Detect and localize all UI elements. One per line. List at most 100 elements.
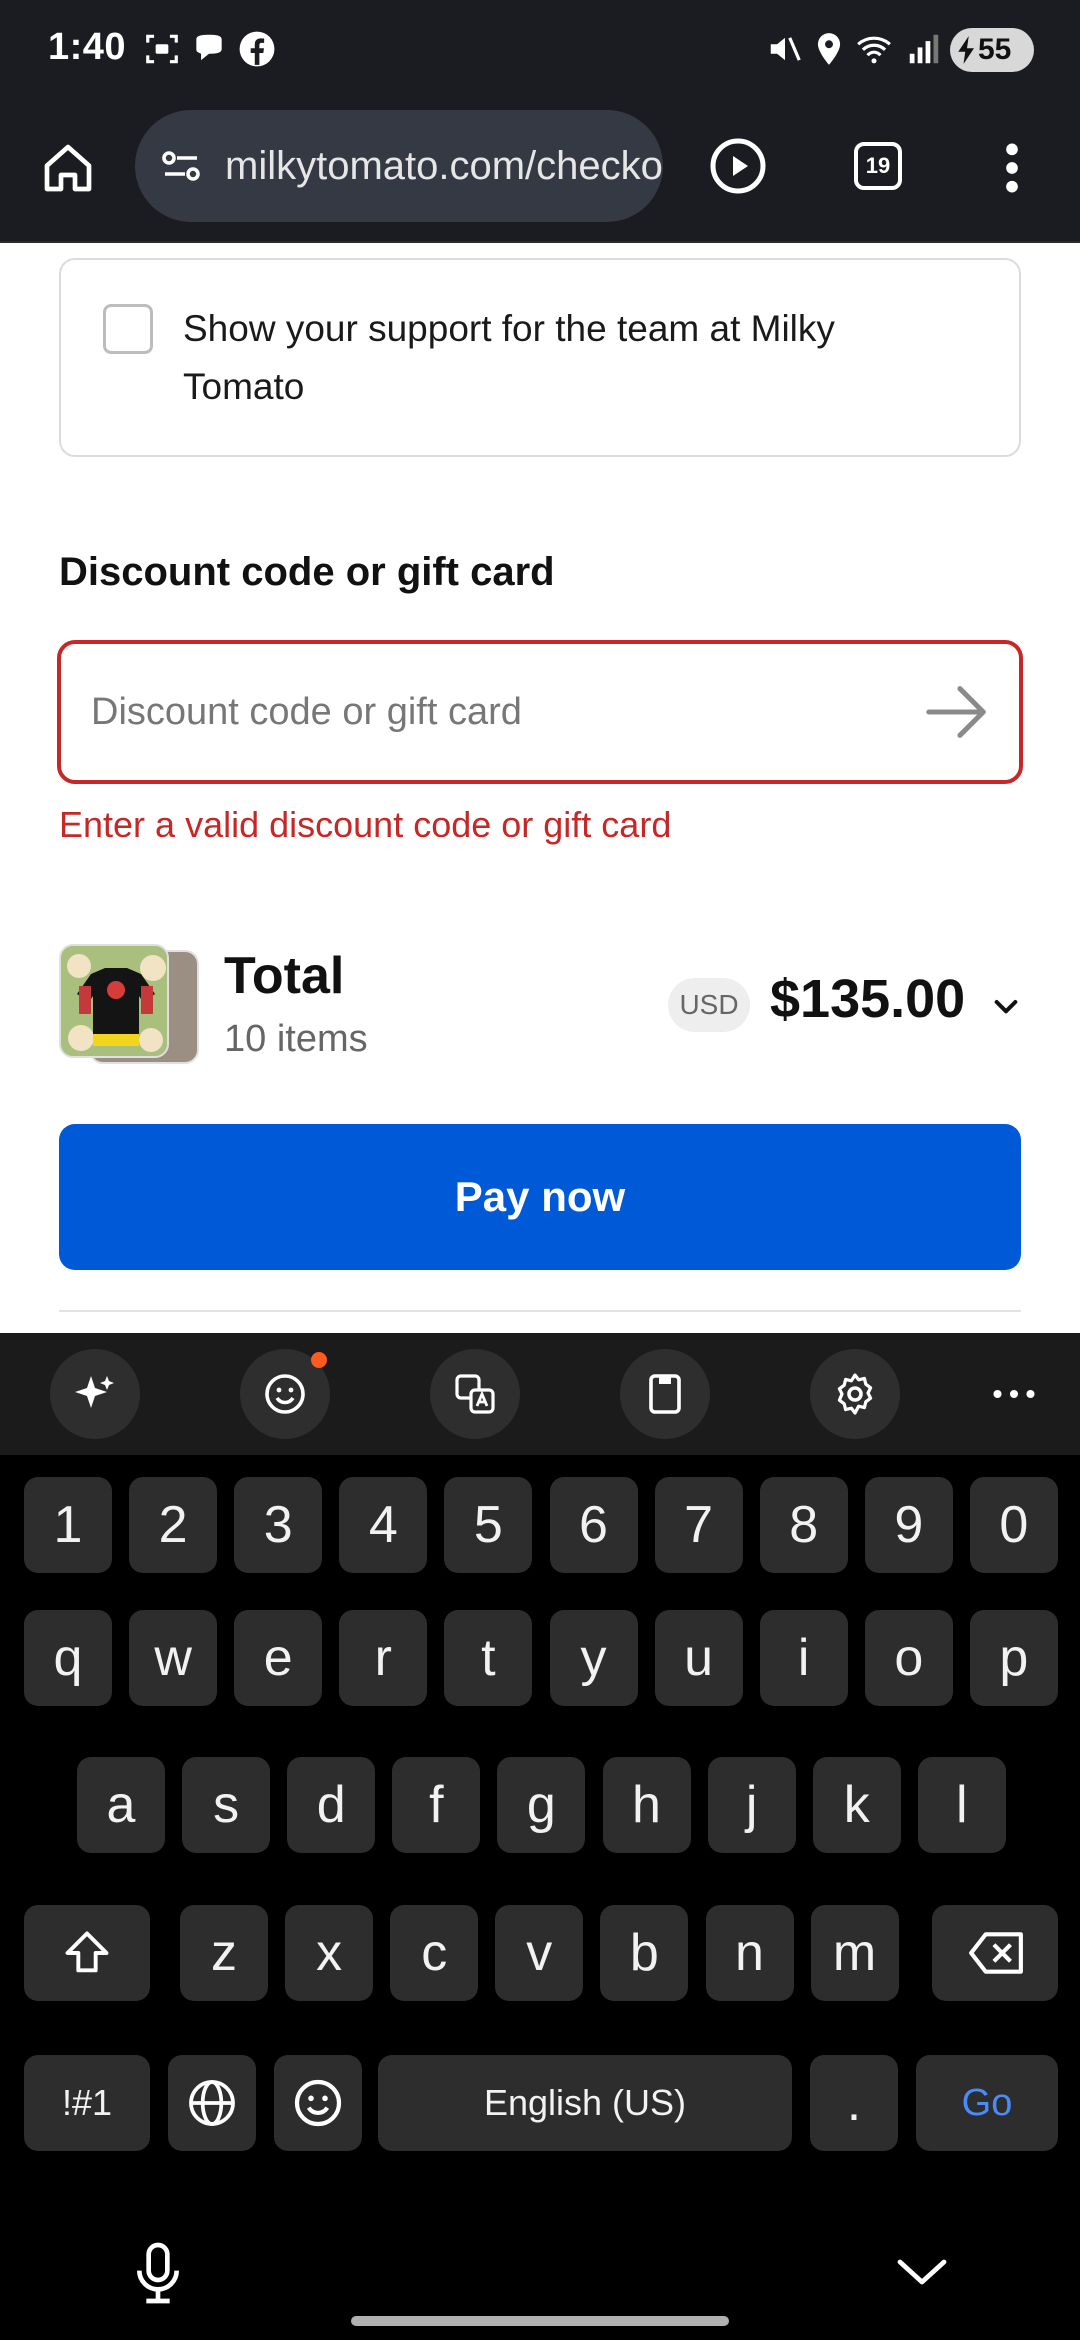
backspace-key[interactable]: [932, 1905, 1058, 2001]
translate-icon: [455, 1374, 495, 1414]
key-a[interactable]: a: [77, 1757, 165, 1853]
key-9[interactable]: 9: [864, 1477, 953, 1573]
home-indicator[interactable]: [351, 2316, 729, 2326]
more-menu-icon[interactable]: [990, 140, 1034, 196]
key-y[interactable]: y: [549, 1610, 638, 1706]
apply-discount-arrow-icon[interactable]: [923, 680, 993, 744]
address-bar[interactable]: milkytomato.com/checkouts: [135, 110, 663, 222]
key-s[interactable]: s: [182, 1757, 271, 1853]
emoji-icon: [294, 2079, 342, 2127]
wifi-icon: [857, 36, 891, 64]
go-key[interactable]: Go: [916, 2055, 1058, 2151]
discount-section-title: Discount code or gift card: [59, 550, 555, 594]
key-3[interactable]: 3: [234, 1477, 323, 1573]
emoji-icon: [265, 1374, 305, 1414]
url-text: milkytomato.com/checkouts: [225, 144, 663, 188]
support-checkbox[interactable]: [103, 304, 153, 354]
shift-key[interactable]: [24, 1905, 150, 2001]
key-q[interactable]: q: [24, 1610, 112, 1706]
key-x[interactable]: x: [285, 1905, 374, 2001]
clipboard-button[interactable]: [620, 1349, 710, 1439]
key-2[interactable]: 2: [129, 1477, 218, 1573]
emoji-key[interactable]: [274, 2055, 362, 2151]
key-8[interactable]: 8: [759, 1477, 848, 1573]
clipboard-icon: [649, 1374, 681, 1414]
key-p[interactable]: p: [969, 1610, 1058, 1706]
browser-toolbar: milkytomato.com/checkouts 19: [0, 100, 1080, 243]
battery-indicator: 55: [950, 28, 1034, 72]
mute-vibrate-icon: [770, 37, 801, 61]
total-label: Total: [224, 947, 345, 1005]
key-v[interactable]: v: [495, 1905, 584, 2001]
status-time: 1:40: [48, 26, 127, 68]
more-options-icon[interactable]: [992, 1379, 1036, 1409]
backspace-icon: [969, 1932, 1023, 1974]
key-5[interactable]: 5: [444, 1477, 533, 1573]
signal-icon: [909, 34, 939, 64]
key-0[interactable]: 0: [969, 1477, 1058, 1573]
status-bar: 1:40 55: [0, 0, 1080, 100]
key-u[interactable]: u: [654, 1610, 743, 1706]
key-l[interactable]: l: [917, 1757, 1006, 1853]
symbols-key[interactable]: !#1: [24, 2055, 150, 2151]
key-t[interactable]: t: [444, 1610, 533, 1706]
key-b[interactable]: b: [600, 1905, 689, 2001]
key-7[interactable]: 7: [654, 1477, 743, 1573]
key-z[interactable]: z: [180, 1905, 268, 2001]
keyboard-toolbar: [0, 1333, 1080, 1455]
item-count: 10 items: [224, 1018, 368, 1060]
key-h[interactable]: h: [602, 1757, 691, 1853]
translate-button[interactable]: [430, 1349, 520, 1439]
keyboard: 1234567890 qwertyuiop asdfghjkl zxcvbnm …: [0, 1455, 1080, 2340]
facebook-icon: [239, 31, 275, 67]
microphone-icon[interactable]: [130, 2240, 186, 2306]
key-r[interactable]: r: [339, 1610, 428, 1706]
key-j[interactable]: j: [707, 1757, 796, 1853]
location-icon: [817, 33, 841, 65]
key-6[interactable]: 6: [549, 1477, 638, 1573]
key-o[interactable]: o: [864, 1610, 953, 1706]
key-g[interactable]: g: [497, 1757, 586, 1853]
key-m[interactable]: m: [810, 1905, 899, 2001]
chevron-down-icon[interactable]: [990, 990, 1022, 1022]
key-4[interactable]: 4: [339, 1477, 428, 1573]
charging-icon: [958, 36, 974, 64]
notification-dot: [311, 1352, 327, 1368]
key-f[interactable]: f: [392, 1757, 481, 1853]
tab-switcher-button[interactable]: 19: [854, 142, 902, 190]
key-1[interactable]: 1: [24, 1477, 112, 1573]
divider: [59, 1310, 1021, 1312]
sparkle-icon: [75, 1376, 114, 1408]
support-option-card: Show your support for the team at Milky …: [59, 258, 1021, 457]
key-i[interactable]: i: [759, 1610, 848, 1706]
key-n[interactable]: n: [705, 1905, 794, 2001]
key-w[interactable]: w: [129, 1610, 218, 1706]
site-settings-icon[interactable]: [157, 142, 205, 190]
keyboard-settings-button[interactable]: [810, 1349, 900, 1439]
gear-icon: [837, 1373, 873, 1415]
globe-icon: [189, 2080, 235, 2126]
discount-input[interactable]: [91, 680, 871, 744]
home-icon[interactable]: [40, 140, 96, 196]
key-c[interactable]: c: [390, 1905, 479, 2001]
discount-field: [57, 640, 1023, 784]
period-key[interactable]: .: [810, 2055, 898, 2151]
ai-tools-button[interactable]: [50, 1349, 140, 1439]
key-d[interactable]: d: [287, 1757, 376, 1853]
key-e[interactable]: e: [234, 1610, 323, 1706]
currency-badge: USD: [668, 978, 750, 1032]
discount-error-message: Enter a valid discount code or gift card: [59, 804, 672, 845]
total-amount[interactable]: $135.00: [770, 968, 965, 1030]
sweater-image: [61, 946, 167, 1056]
space-key[interactable]: English (US): [378, 2055, 792, 2151]
battery-level: 55: [978, 33, 1012, 66]
key-k[interactable]: k: [812, 1757, 901, 1853]
shift-icon: [65, 1931, 109, 1973]
hide-keyboard-icon[interactable]: [896, 2255, 948, 2289]
pay-now-button[interactable]: Pay now: [59, 1124, 1021, 1270]
product-image: [59, 944, 169, 1058]
cart-thumbnail[interactable]: [59, 944, 199, 1068]
play-icon[interactable]: [708, 136, 768, 196]
language-key[interactable]: [168, 2055, 256, 2151]
screenshot-icon: [146, 34, 178, 64]
